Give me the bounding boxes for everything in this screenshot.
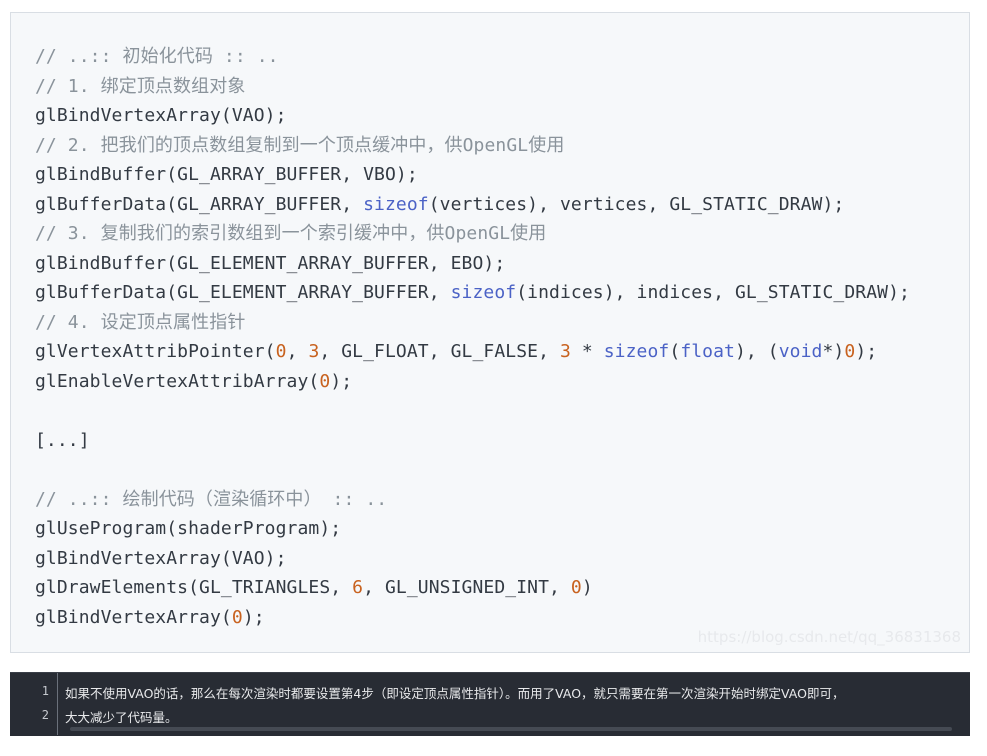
watermark: https://blog.csdn.net/qq_36831368 <box>697 628 961 646</box>
code-token-comment: // ..:: 初始化代码 :: .. <box>35 46 279 67</box>
code-token-plain: , GL_FLOAT, GL_FALSE, <box>319 341 560 362</box>
code-token-comment: // 4. 设定顶点属性指针 <box>35 311 246 333</box>
code-token-plain: , <box>286 341 309 362</box>
code-token-comment: // ..:: 绘制代码（渲染循环中） :: .. <box>35 488 388 510</box>
code-token-keyword: sizeof <box>363 193 429 215</box>
line-number: 2 <box>41 708 49 722</box>
code-line: glBindVertexArray(VAO); <box>35 101 910 131</box>
code-line: glBindBuffer(GL_ARRAY_BUFFER, VBO); <box>35 160 910 190</box>
code-token-keyword: sizeof <box>450 282 517 303</box>
code-token-plain: ), ( <box>735 341 779 362</box>
code-token-number: 0 <box>844 341 856 362</box>
code-line: glBufferData(GL_ELEMENT_ARRAY_BUFFER, si… <box>35 278 910 308</box>
code-token-plain: glBindVertexArray(VAO); <box>35 105 287 126</box>
code-line: glBindBuffer(GL_ELEMENT_ARRAY_BUFFER, EB… <box>35 249 910 279</box>
note-code-block: 1 2 如果不使用VAO的话，那么在每次渲染时都要设置第4步（即设定顶点属性指针… <box>10 672 970 736</box>
code-token-plain: ( <box>669 341 681 362</box>
code-token-plain: glUseProgram(shaderProgram); <box>35 518 342 539</box>
code-token-plain: glBindVertexArray(VAO); <box>35 547 287 569</box>
code-token-number: 3 <box>560 341 571 362</box>
code-token-plain: glDrawElements(GL_TRIANGLES, <box>35 577 353 598</box>
code-line: glUseProgram(shaderProgram); <box>35 514 910 544</box>
note-line: 如果不使用VAO的话，那么在每次渲染时都要设置第4步（即设定顶点属性指针）。而用… <box>65 686 845 701</box>
code-token-comment: // 2. 把我们的顶点数组复制到一个顶点缓冲中，供OpenGL使用 <box>35 134 565 156</box>
code-line: // ..:: 初始化代码 :: .. <box>35 42 910 72</box>
code-token-plain: ); <box>855 341 878 362</box>
code-token-number: 0 <box>570 577 582 598</box>
code-token-keyword: float <box>680 341 735 362</box>
code-token-number: 0 <box>319 370 331 392</box>
code-token-number: 0 <box>231 606 243 628</box>
code-token-number: 6 <box>352 577 364 598</box>
code-token-comment: // 3. 复制我们的索引数组到一个索引缓冲中，供OpenGL使用 <box>35 223 547 244</box>
code-token-plain: glBindVertexArray( <box>35 606 232 628</box>
horizontal-scrollbar[interactable] <box>70 727 952 731</box>
code-line: // 4. 设定顶点属性指针 <box>35 308 910 338</box>
code-token-plain: glBufferData(GL_ARRAY_BUFFER, <box>35 193 364 215</box>
code-line: glVertexAttribPointer(0, 3, GL_FLOAT, GL… <box>35 337 910 367</box>
code-token-plain: glVertexAttribPointer( <box>35 341 276 362</box>
code-token-plain: glBufferData(GL_ELEMENT_ARRAY_BUFFER, <box>35 282 451 303</box>
code-line: // 2. 把我们的顶点数组复制到一个顶点缓冲中，供OpenGL使用 <box>35 131 910 161</box>
code-line: // ..:: 绘制代码（渲染循环中） :: .. <box>35 485 910 515</box>
code-line: // 3. 复制我们的索引数组到一个索引缓冲中，供OpenGL使用 <box>35 219 910 249</box>
code-token-number: 3 <box>308 341 320 362</box>
code-token-plain: ); <box>242 606 265 628</box>
code-token-number: 0 <box>275 341 287 362</box>
code-line: glDrawElements(GL_TRIANGLES, 6, GL_UNSIG… <box>35 573 910 603</box>
code-token-plain: ); <box>330 370 353 392</box>
code-line: glBindVertexArray(VAO); <box>35 544 910 574</box>
code-block: // ..:: 初始化代码 :: ..// 1. 绑定顶点数组对象glBindV… <box>10 12 970 653</box>
code-lines: // ..:: 初始化代码 :: ..// 1. 绑定顶点数组对象glBindV… <box>35 42 910 632</box>
code-token-plain: glBindBuffer(GL_ELEMENT_ARRAY_BUFFER, EB… <box>35 252 506 274</box>
line-number: 1 <box>41 684 49 698</box>
code-token-plain: ) <box>581 577 593 598</box>
code-token-plain: glBindBuffer(GL_ARRAY_BUFFER, VBO); <box>35 164 418 185</box>
code-token-plain: (indices), indices, GL_STATIC_DRAW); <box>516 282 910 303</box>
code-line: glEnableVertexAttribArray(0); <box>35 367 910 397</box>
code-token-keyword: sizeof <box>603 341 670 362</box>
code-token-plain: (vertices), vertices, GL_STATIC_DRAW); <box>428 193 845 215</box>
code-token-keyword: void <box>778 341 823 362</box>
code-token-plain: * <box>570 341 604 362</box>
code-token-comment: // 1. 绑定顶点数组对象 <box>35 75 246 97</box>
code-line: glBufferData(GL_ARRAY_BUFFER, sizeof(ver… <box>35 190 910 220</box>
code-line: // 1. 绑定顶点数组对象 <box>35 72 910 102</box>
code-token-plain: , GL_UNSIGNED_INT, <box>363 577 571 598</box>
code-token-plain: [...] <box>35 429 90 451</box>
code-token-plain: *) <box>822 341 845 362</box>
code-line: [...] <box>35 426 910 456</box>
line-number-gutter: 1 2 <box>10 673 58 735</box>
code-token-plain: glEnableVertexAttribArray( <box>35 370 320 392</box>
note-line: 大大减少了代码量。 <box>65 710 178 725</box>
